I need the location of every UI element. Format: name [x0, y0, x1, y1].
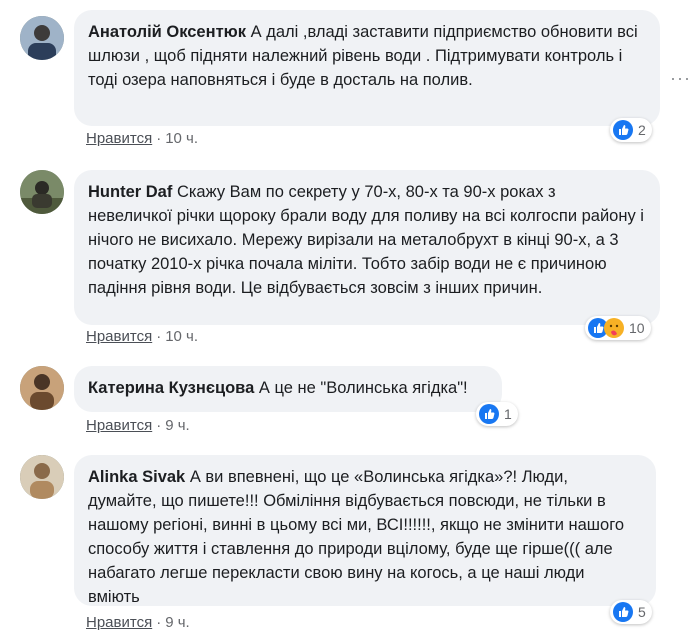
reaction-summary[interactable]: 5	[610, 600, 652, 624]
comment-bubble: Анатолій Оксентюк А далі ,владі заставит…	[74, 10, 660, 126]
avatar[interactable]	[20, 170, 64, 214]
reaction-count: 2	[638, 122, 646, 138]
comment-text: А це не "Волинська ягідка"!	[258, 379, 468, 397]
comment-author[interactable]: Анатолій Оксентюк	[88, 23, 246, 41]
comment-text: А ви впевнені, що це «Волинська ягідка»?…	[88, 468, 625, 606]
like-link[interactable]: Нравится	[86, 417, 152, 434]
comment-actions: Нравится · 9 ч.	[86, 417, 190, 434]
comment-actions: Нравится · 10 ч.	[86, 328, 199, 345]
care-reaction-icon	[604, 318, 624, 338]
comment-bubble: Катерина Кузнєцова А це не "Волинська яг…	[74, 366, 502, 412]
like-link[interactable]: Нравится	[86, 614, 152, 631]
comment-bubble: Hunter Daf Скажу Вам по секрету у 70-х, …	[74, 170, 660, 325]
like-reaction-icon	[613, 602, 633, 622]
comment-author[interactable]: Катерина Кузнєцова	[88, 379, 254, 397]
like-link[interactable]: Нравится	[86, 130, 152, 147]
comment-time[interactable]: 9 ч.	[165, 417, 190, 434]
like-link[interactable]: Нравится	[86, 328, 152, 345]
avatar[interactable]	[20, 366, 64, 410]
reaction-summary[interactable]: 2	[610, 118, 652, 142]
reaction-summary[interactable]: 1	[476, 402, 518, 426]
like-reaction-icon	[479, 404, 499, 424]
like-reaction-icon	[613, 120, 633, 140]
reaction-count: 10	[629, 320, 645, 336]
comment-time[interactable]: 9 ч.	[165, 614, 190, 631]
comment-bubble: Alinka Sivak А ви впевнені, що це «Волин…	[74, 455, 656, 606]
comment-text: Скажу Вам по секрету у 70-х, 80-х та 90-…	[88, 183, 644, 297]
avatar[interactable]	[20, 455, 64, 499]
comment-actions: Нравится · 10 ч.	[86, 130, 199, 147]
reaction-summary[interactable]: 10	[585, 316, 651, 340]
more-options-icon[interactable]: ···	[670, 68, 691, 89]
reaction-count: 5	[638, 604, 646, 620]
comment-author[interactable]: Hunter Daf	[88, 183, 172, 201]
comment-time[interactable]: 10 ч.	[165, 328, 198, 345]
reaction-count: 1	[504, 406, 512, 422]
comment-time[interactable]: 10 ч.	[165, 130, 198, 147]
avatar[interactable]	[20, 16, 64, 60]
comment-author[interactable]: Alinka Sivak	[88, 468, 185, 486]
comment-actions: Нравится · 9 ч.	[86, 614, 190, 631]
